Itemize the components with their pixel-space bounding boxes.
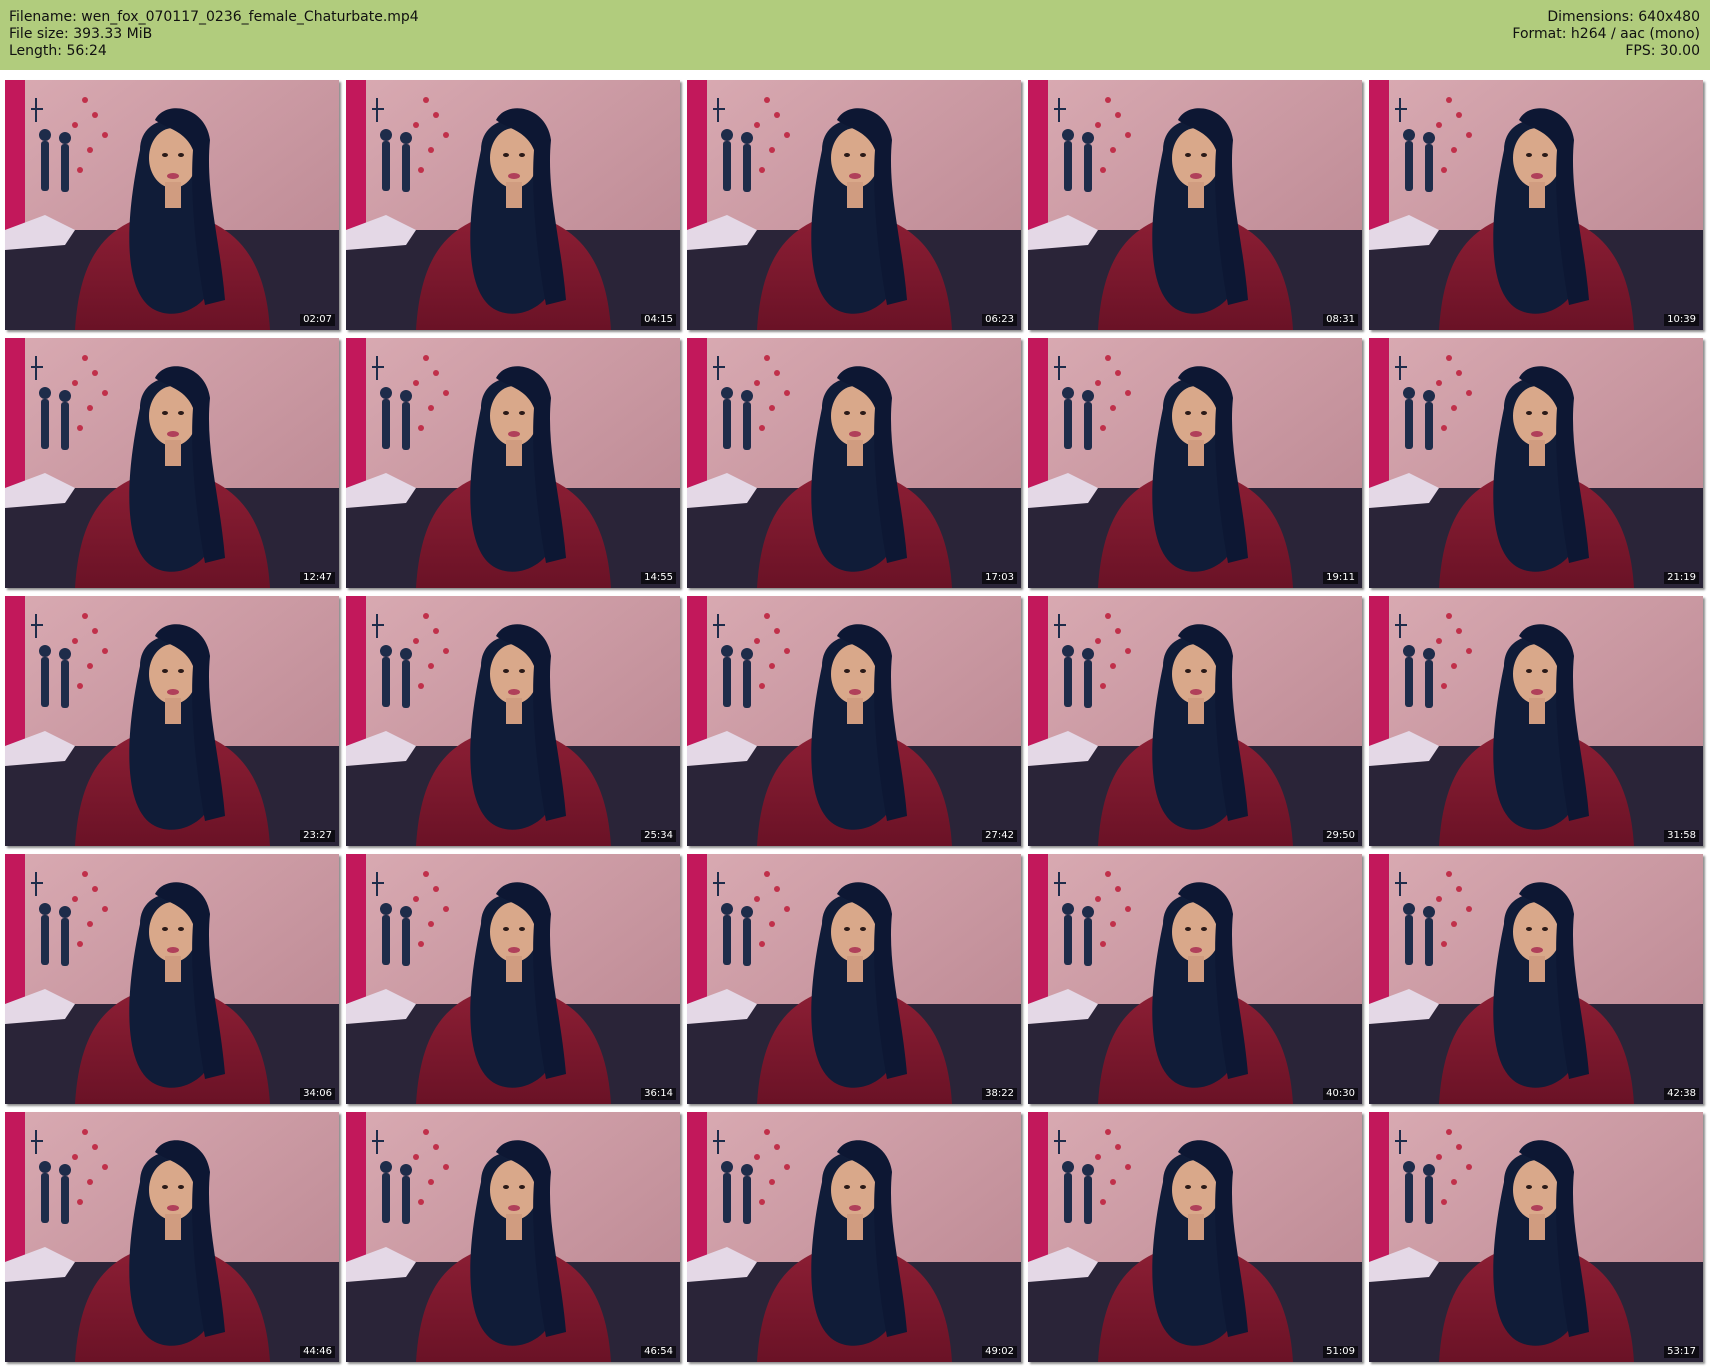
video-thumbnail[interactable]: 49:02 [687, 1112, 1021, 1362]
video-thumbnail[interactable]: 23:27 [5, 596, 339, 846]
video-frame-image [1369, 80, 1703, 330]
thumbnail-timestamp: 02:07 [300, 314, 335, 326]
thumbnail-grid: 02:07 04:15 06:23 08:31 10:39 12:47 14:5… [5, 80, 1705, 1365]
thumbnail-timestamp: 17:03 [982, 572, 1017, 584]
video-frame-image [1028, 338, 1362, 588]
video-thumbnail[interactable]: 46:54 [346, 1112, 680, 1362]
media-info: Dimensions: 640x480 Format: h264 / aac (… [1512, 9, 1700, 70]
thumbnail-timestamp: 14:55 [641, 572, 676, 584]
video-thumbnail[interactable]: 40:30 [1028, 854, 1362, 1104]
video-frame-image [687, 854, 1021, 1104]
video-frame-image [687, 596, 1021, 846]
video-frame-image [346, 1112, 680, 1362]
video-frame-image [346, 596, 680, 846]
thumbnail-timestamp: 42:38 [1664, 1088, 1699, 1100]
video-thumbnail[interactable]: 21:19 [1369, 338, 1703, 588]
video-frame-image [687, 80, 1021, 330]
thumbnail-timestamp: 23:27 [300, 830, 335, 842]
video-thumbnail[interactable]: 42:38 [1369, 854, 1703, 1104]
thumbnail-timestamp: 10:39 [1664, 314, 1699, 326]
format-text: Format: h264 / aac (mono) [1512, 26, 1700, 42]
thumbnail-timestamp: 53:17 [1664, 1346, 1699, 1358]
thumbnail-timestamp: 51:09 [1323, 1346, 1358, 1358]
video-frame-image [5, 338, 339, 588]
thumbnail-timestamp: 40:30 [1323, 1088, 1358, 1100]
filename-text: Filename: wen_fox_070117_0236_female_Cha… [9, 9, 419, 25]
video-frame-image [5, 1112, 339, 1362]
video-thumbnail[interactable]: 44:46 [5, 1112, 339, 1362]
video-thumbnail[interactable]: 06:23 [687, 80, 1021, 330]
thumbnail-timestamp: 06:23 [982, 314, 1017, 326]
video-thumbnail[interactable]: 38:22 [687, 854, 1021, 1104]
video-thumbnail[interactable]: 53:17 [1369, 1112, 1703, 1362]
video-thumbnail[interactable]: 10:39 [1369, 80, 1703, 330]
thumbnail-timestamp: 36:14 [641, 1088, 676, 1100]
video-frame-image [1028, 596, 1362, 846]
video-thumbnail[interactable]: 04:15 [346, 80, 680, 330]
thumbnail-timestamp: 21:19 [1664, 572, 1699, 584]
video-frame-image [346, 80, 680, 330]
thumbnail-timestamp: 46:54 [641, 1346, 676, 1358]
video-frame-image [1028, 854, 1362, 1104]
video-frame-image [1028, 80, 1362, 330]
fps-text: FPS: 30.00 [1625, 43, 1700, 59]
video-frame-image [346, 854, 680, 1104]
video-frame-image [1369, 596, 1703, 846]
video-frame-image [346, 338, 680, 588]
thumbnail-timestamp: 27:42 [982, 830, 1017, 842]
video-thumbnail[interactable]: 51:09 [1028, 1112, 1362, 1362]
video-thumbnail[interactable]: 19:11 [1028, 338, 1362, 588]
video-thumbnail[interactable]: 14:55 [346, 338, 680, 588]
video-thumbnail[interactable]: 27:42 [687, 596, 1021, 846]
video-thumbnail[interactable]: 17:03 [687, 338, 1021, 588]
thumbnail-timestamp: 04:15 [641, 314, 676, 326]
thumbnail-timestamp: 25:34 [641, 830, 676, 842]
video-frame-image [5, 854, 339, 1104]
thumbnail-timestamp: 34:06 [300, 1088, 335, 1100]
file-size-text: File size: 393.33 MiB [9, 26, 153, 42]
file-info: Filename: wen_fox_070117_0236_female_Cha… [9, 9, 419, 70]
video-thumbnail[interactable]: 02:07 [5, 80, 339, 330]
thumbnail-timestamp: 38:22 [982, 1088, 1017, 1100]
video-thumbnail[interactable]: 31:58 [1369, 596, 1703, 846]
length-text: Length: 56:24 [9, 43, 107, 59]
video-thumbnail[interactable]: 12:47 [5, 338, 339, 588]
thumbnail-timestamp: 44:46 [300, 1346, 335, 1358]
thumbnail-timestamp: 31:58 [1664, 830, 1699, 842]
video-thumbnail[interactable]: 08:31 [1028, 80, 1362, 330]
video-thumbnail[interactable]: 29:50 [1028, 596, 1362, 846]
video-thumbnail[interactable]: 25:34 [346, 596, 680, 846]
video-frame-image [1369, 338, 1703, 588]
video-frame-image [1369, 1112, 1703, 1362]
video-frame-image [687, 338, 1021, 588]
thumbnail-timestamp: 08:31 [1323, 314, 1358, 326]
video-frame-image [687, 1112, 1021, 1362]
header-bar: Filename: wen_fox_070117_0236_female_Cha… [0, 0, 1710, 70]
video-frame-image [5, 596, 339, 846]
thumbnail-timestamp: 19:11 [1323, 572, 1358, 584]
video-frame-image [5, 80, 339, 330]
video-frame-image [1028, 1112, 1362, 1362]
thumbnail-timestamp: 29:50 [1323, 830, 1358, 842]
video-frame-image [1369, 854, 1703, 1104]
thumbnail-timestamp: 12:47 [300, 572, 335, 584]
video-thumbnail[interactable]: 34:06 [5, 854, 339, 1104]
thumbnail-timestamp: 49:02 [982, 1346, 1017, 1358]
video-thumbnail[interactable]: 36:14 [346, 854, 680, 1104]
dimensions-text: Dimensions: 640x480 [1547, 9, 1700, 25]
